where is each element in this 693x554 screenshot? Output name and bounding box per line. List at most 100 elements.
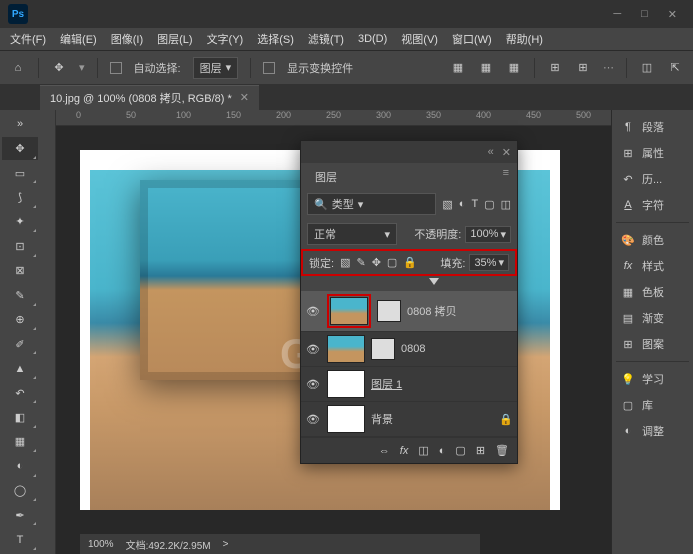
lock-artboard-icon[interactable]: ▢: [387, 256, 397, 269]
lock-paint-icon[interactable]: ✎: [356, 256, 365, 269]
menu-filter[interactable]: 滤镜(T): [302, 29, 350, 49]
close-button[interactable]: ✕: [668, 8, 677, 21]
layer-name[interactable]: 0808 拷贝: [407, 303, 513, 319]
lock-all-icon[interactable]: 🔒: [403, 256, 417, 269]
dist-icon-1[interactable]: ⊞: [547, 60, 563, 76]
layer-mask[interactable]: [371, 338, 395, 360]
opacity-input[interactable]: 100%▾: [465, 226, 511, 243]
menu-edit[interactable]: 编辑(E): [54, 29, 103, 49]
move-tool-icon[interactable]: ✥: [51, 60, 67, 76]
layers-tab[interactable]: 图层: [305, 165, 347, 189]
history-brush-tool[interactable]: ↶: [2, 382, 38, 404]
layer-item-1[interactable]: 👁 0808: [301, 332, 517, 367]
menu-file[interactable]: 文件(F): [4, 29, 52, 49]
panel-menu-icon[interactable]: ≡: [503, 167, 509, 179]
layer-name[interactable]: 图层 1: [371, 376, 513, 392]
visibility-toggle[interactable]: 👁: [305, 305, 321, 318]
filter-type-icon[interactable]: T: [471, 198, 478, 211]
share-icon[interactable]: ⇱: [667, 60, 683, 76]
eraser-tool[interactable]: ◧: [2, 406, 38, 428]
menu-window[interactable]: 窗口(W): [446, 29, 498, 49]
menu-select[interactable]: 选择(S): [251, 29, 300, 49]
panel-collapse-icon[interactable]: «: [488, 146, 494, 158]
frame-tool[interactable]: ⊠: [2, 260, 38, 282]
layer-thumb[interactable]: [327, 335, 365, 363]
panel-learn[interactable]: 💡学习: [616, 366, 689, 392]
maximize-button[interactable]: □: [641, 8, 648, 21]
minimize-button[interactable]: ─: [613, 8, 621, 21]
panel-styles[interactable]: fx样式: [616, 253, 689, 279]
lock-position-icon[interactable]: ✥: [372, 256, 381, 269]
stamp-tool[interactable]: ▲: [2, 357, 38, 379]
layer-name[interactable]: 背景: [371, 411, 493, 427]
fill-slider[interactable]: [301, 276, 517, 291]
layer-item-0[interactable]: 👁 0808 拷贝: [301, 291, 517, 332]
pen-tool[interactable]: ✒: [2, 504, 38, 526]
zoom-level[interactable]: 100%: [88, 539, 114, 550]
fx-icon[interactable]: fx: [400, 445, 409, 457]
brush-tool[interactable]: ✐: [2, 333, 38, 355]
layer-thumb[interactable]: [330, 297, 368, 325]
panel-character[interactable]: A字符: [616, 192, 689, 218]
menu-help[interactable]: 帮助(H): [500, 29, 549, 49]
layer-thumb[interactable]: [327, 405, 365, 433]
panel-patterns[interactable]: ⊞图案: [616, 331, 689, 357]
menu-image[interactable]: 图像(I): [105, 29, 149, 49]
panel-swatches[interactable]: ▦色板: [616, 279, 689, 305]
type-tool[interactable]: T: [2, 528, 38, 550]
align-icon-2[interactable]: ▦: [478, 60, 494, 76]
marquee-tool[interactable]: ▭: [2, 162, 38, 184]
show-transform-checkbox[interactable]: [263, 62, 275, 74]
crop-tool[interactable]: ⊡: [2, 235, 38, 257]
menu-layer[interactable]: 图层(L): [151, 29, 198, 49]
fill-input[interactable]: 35%▾: [469, 254, 509, 271]
doc-info[interactable]: 文档:492.2K/2.95M: [126, 537, 211, 552]
menu-view[interactable]: 视图(V): [395, 29, 444, 49]
healing-tool[interactable]: ⊕: [2, 309, 38, 331]
tab-close-icon[interactable]: ✕: [240, 91, 249, 104]
visibility-toggle[interactable]: 👁: [305, 378, 321, 391]
panel-color[interactable]: 🎨颜色: [616, 227, 689, 253]
dist-icon-2[interactable]: ⊞: [575, 60, 591, 76]
lasso-tool[interactable]: ⟆: [2, 186, 38, 208]
align-icon-1[interactable]: ▦: [450, 60, 466, 76]
layer-item-2[interactable]: 👁 图层 1: [301, 367, 517, 402]
layer-thumb[interactable]: [327, 370, 365, 398]
move-tool[interactable]: ✥: [2, 137, 38, 159]
mask-icon[interactable]: ◫: [418, 444, 428, 457]
blur-tool[interactable]: ◐: [2, 455, 38, 477]
panel-history[interactable]: ↶历...: [616, 166, 689, 192]
delete-layer-icon[interactable]: 🗑: [495, 444, 509, 457]
new-layer-icon[interactable]: ⊞: [476, 444, 485, 457]
group-icon[interactable]: ▢: [455, 444, 465, 457]
gradient-tool[interactable]: ▦: [2, 431, 38, 453]
eyedropper-tool[interactable]: ✎: [2, 284, 38, 306]
visibility-toggle[interactable]: 👁: [305, 343, 321, 356]
filter-pixel-icon[interactable]: ▧: [442, 198, 452, 211]
panel-properties[interactable]: ⊞属性: [616, 140, 689, 166]
layer-name[interactable]: 0808: [401, 343, 513, 355]
auto-select-checkbox[interactable]: [110, 62, 122, 74]
panel-libraries[interactable]: ▢库: [616, 392, 689, 418]
filter-smart-icon[interactable]: ◫: [501, 198, 511, 211]
3d-mode-icon[interactable]: ◫: [639, 60, 655, 76]
filter-shape-icon[interactable]: ▢: [484, 198, 494, 211]
panel-paragraph[interactable]: ¶段落: [616, 114, 689, 140]
adjustment-icon[interactable]: ◐: [439, 445, 446, 457]
layer-item-3[interactable]: 👁 背景 🔒: [301, 402, 517, 437]
layer-mask[interactable]: [377, 300, 401, 322]
align-icon-3[interactable]: ▦: [506, 60, 522, 76]
layers-panel[interactable]: « ✕ 图层 ≡ 🔍 类型 ▾ ▧ ◐ T ▢ ◫ 正常▾ 不透明度: 100%…: [300, 140, 518, 464]
menu-type[interactable]: 文字(Y): [201, 29, 250, 49]
blend-mode-dropdown[interactable]: 正常▾: [307, 223, 397, 245]
document-tab[interactable]: 10.jpg @ 100% (0808 拷贝, RGB/8) * ✕: [40, 85, 259, 110]
filter-adjust-icon[interactable]: ◐: [459, 198, 466, 211]
link-layers-icon[interactable]: ⇔: [379, 445, 390, 457]
panel-close-icon[interactable]: ✕: [502, 146, 511, 159]
lock-transparency-icon[interactable]: ▧: [340, 256, 350, 269]
visibility-toggle[interactable]: 👁: [305, 413, 321, 426]
wand-tool[interactable]: ✦: [2, 211, 38, 233]
layer-filter-dropdown[interactable]: 🔍 类型 ▾: [307, 193, 436, 215]
expand-tool[interactable]: »: [2, 113, 38, 135]
menu-3d[interactable]: 3D(D): [352, 31, 393, 47]
